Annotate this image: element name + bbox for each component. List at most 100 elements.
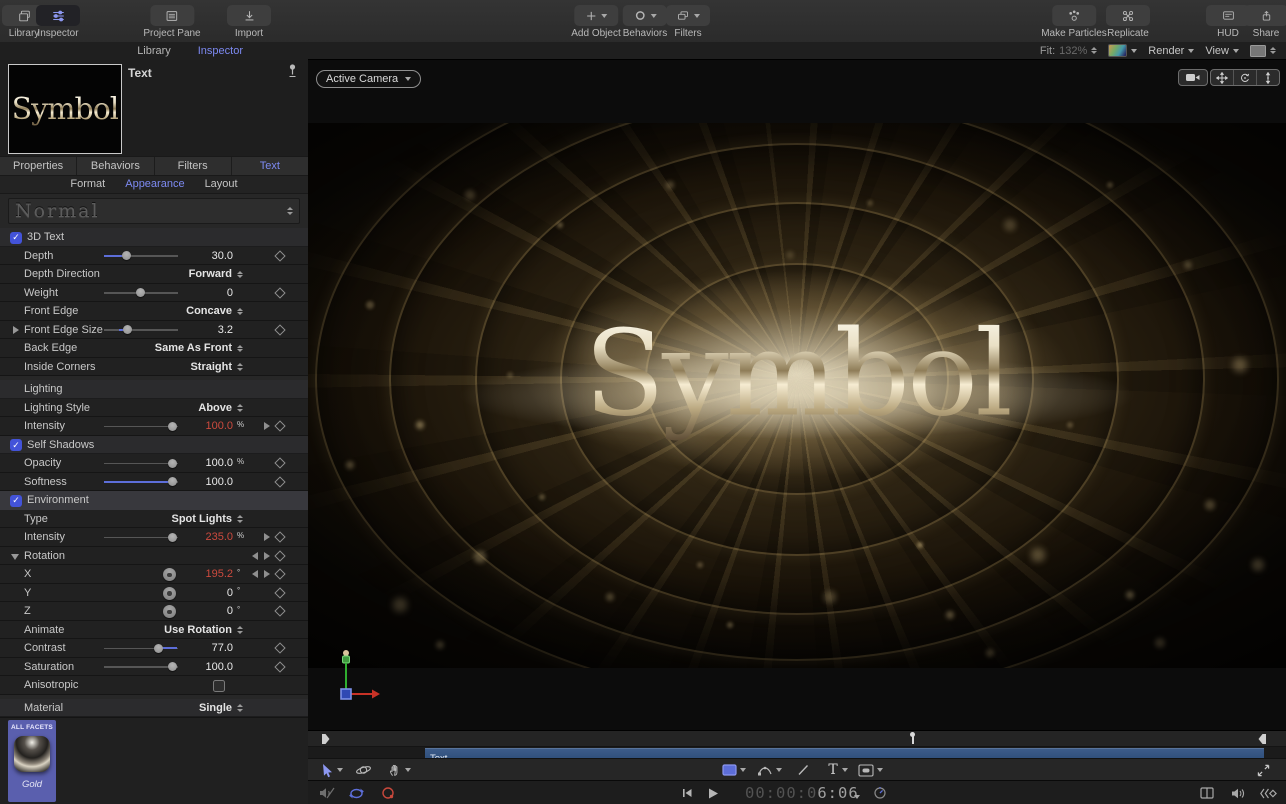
loop-button[interactable] [347, 784, 365, 802]
render-menu[interactable]: Render [1148, 45, 1195, 57]
tab-behaviors[interactable]: Behaviors [76, 157, 153, 175]
select-front-edge[interactable]: Concave [90, 302, 243, 321]
select-animate[interactable]: Use Rotation [90, 621, 243, 640]
camera-view-button[interactable] [1178, 69, 1208, 86]
orbit-camera-button[interactable] [1233, 70, 1256, 85]
mute-button[interactable] [318, 784, 336, 802]
checkbox-anisotropic[interactable] [213, 680, 225, 692]
adjust-item-menu-chevron[interactable] [776, 768, 782, 772]
add-keyframe-icon[interactable] [274, 642, 286, 654]
previous-frame-button[interactable] [678, 784, 696, 802]
style-preset-dropdown[interactable]: Normal [8, 198, 300, 224]
canvas-area[interactable]: Symbol Active Camera [308, 60, 1286, 730]
filters-button[interactable]: Filters [666, 5, 710, 39]
prev-keyframe-icon[interactable] [252, 551, 258, 560]
select-tool-menu-chevron[interactable] [337, 768, 343, 772]
show-timeline-button[interactable] [1198, 784, 1216, 802]
timecode-menu-chevron[interactable] [848, 788, 866, 804]
value-front-edge-size[interactable]: 3.2 [172, 321, 233, 340]
rendered-composition[interactable]: Symbol [308, 123, 1286, 668]
value-weight[interactable]: 0 [172, 284, 233, 303]
select-stepper-back-edge[interactable] [237, 344, 243, 352]
pan-camera-button[interactable] [1211, 70, 1233, 85]
panel-tab-inspector[interactable]: Inspector [90, 42, 243, 61]
value-intensity[interactable]: 235.0 [172, 528, 233, 547]
select-stepper-depth-direction[interactable] [237, 270, 243, 278]
timeline-ruler[interactable] [308, 731, 1286, 747]
show-audio-button[interactable] [1229, 784, 1247, 802]
hand-tool-button[interactable] [386, 761, 404, 779]
fit-zoom-control[interactable]: Fit: 132% [1040, 45, 1098, 57]
replicate-button[interactable]: Replicate [1106, 5, 1150, 39]
slider-saturation[interactable] [104, 666, 178, 668]
rect-select-menu-chevron[interactable] [740, 768, 746, 772]
value-y[interactable]: 0 [172, 584, 233, 603]
shape-mask-menu-chevron[interactable] [877, 768, 883, 772]
timer-icon-button[interactable] [871, 784, 889, 802]
checkbox-self-shadows[interactable]: ✓ [10, 439, 22, 451]
import-button[interactable]: Import [227, 5, 271, 39]
value-opacity[interactable]: 100.0 [172, 454, 233, 473]
layout-stepper[interactable] [1270, 46, 1276, 55]
value-x[interactable]: 195.2 [172, 565, 233, 584]
add-keyframe-icon[interactable] [274, 476, 286, 488]
select-stepper-animate[interactable] [237, 626, 243, 634]
checkbox-3d-text[interactable]: ✓ [10, 231, 22, 244]
text-tool-menu-chevron[interactable] [842, 768, 848, 772]
slider-intensity[interactable] [104, 536, 178, 539]
camera-menu-button[interactable]: Active Camera [316, 70, 422, 88]
add-keyframe-icon[interactable] [274, 568, 286, 580]
add-keyframe-icon[interactable] [274, 324, 286, 336]
inspector-button[interactable]: Inspector [36, 5, 80, 39]
view-menu[interactable]: View [1205, 45, 1239, 57]
play-button[interactable] [704, 784, 722, 802]
slider-thumb-depth[interactable] [121, 251, 131, 260]
style-preset-stepper[interactable] [287, 207, 293, 215]
rect-select-tool-button[interactable] [720, 761, 738, 779]
text-layer-track-bar[interactable]: Text [425, 747, 1264, 764]
add-keyframe-icon[interactable] [274, 531, 286, 543]
next-keyframe-icon[interactable] [264, 533, 270, 542]
add-keyframe-icon[interactable] [274, 605, 286, 617]
select-lighting-style[interactable]: Above [90, 399, 243, 418]
pin-icon[interactable] [287, 64, 298, 79]
add-keyframe-icon[interactable] [274, 587, 286, 599]
select-stepper-type[interactable] [237, 515, 243, 523]
value-depth[interactable]: 30.0 [172, 247, 233, 266]
slider-thumb-front-edge-size[interactable] [123, 325, 133, 334]
slider-front-edge-size[interactable] [104, 329, 178, 331]
project-pane-button[interactable]: Project Pane [143, 5, 201, 39]
subtab-format[interactable]: Format [70, 176, 105, 193]
adjust-item-tool-button[interactable] [756, 761, 774, 779]
zoom-stepper[interactable] [1091, 46, 1098, 55]
next-keyframe-icon[interactable] [264, 422, 270, 431]
canvas-symbol-text[interactable]: Symbol [584, 305, 1013, 443]
record-button[interactable] [379, 784, 397, 802]
add-keyframe-icon[interactable] [274, 287, 286, 299]
select-type[interactable]: Spot Lights [90, 510, 243, 529]
dolly-camera-button[interactable] [1256, 70, 1279, 85]
hand-tool-menu-chevron[interactable] [405, 768, 411, 772]
shape-mask-tool-button[interactable] [857, 761, 875, 779]
expand-timeline-button[interactable] [1254, 761, 1272, 779]
3d-axis-gizmo[interactable] [330, 648, 382, 706]
add-keyframe-icon[interactable] [274, 661, 286, 673]
share-button[interactable]: Share [1244, 5, 1286, 39]
select-stepper-front-edge[interactable] [237, 307, 243, 315]
slider-intensity[interactable] [104, 425, 178, 428]
out-point-marker[interactable] [1258, 734, 1266, 744]
orbit-3d-tool-button[interactable] [354, 761, 372, 779]
disclosure-triangle[interactable] [11, 553, 19, 560]
playhead-marker[interactable] [910, 732, 915, 744]
select-stepper-inside-corners[interactable] [237, 363, 243, 371]
add-keyframe-icon[interactable] [274, 457, 286, 469]
slider-opacity[interactable] [104, 462, 178, 465]
text-tool-button[interactable]: T [824, 761, 842, 779]
behaviors-button[interactable]: Behaviors [623, 5, 667, 39]
color-swatch-dropdown[interactable] [1108, 44, 1138, 57]
in-point-marker[interactable] [322, 734, 330, 744]
add-keyframe-icon[interactable] [274, 550, 286, 562]
viewport-layout-control[interactable] [1250, 44, 1276, 57]
material-tile-gold[interactable]: ALL FACETS Gold [8, 720, 56, 802]
add-keyframe-icon[interactable] [274, 420, 286, 432]
